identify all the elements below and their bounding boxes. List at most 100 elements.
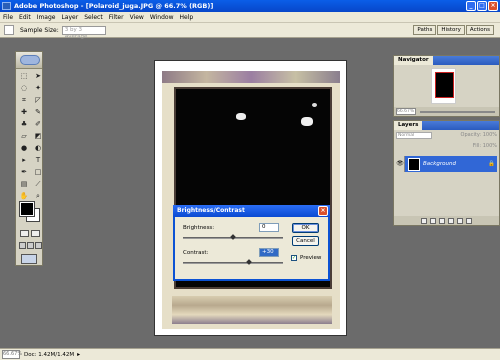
contrast-slider[interactable] xyxy=(183,262,283,264)
layers-panel: Layers Normal Opacity: 100% Fill: 100% 👁… xyxy=(393,120,500,226)
navigator-view-box[interactable] xyxy=(435,72,454,98)
layer-mask-icon[interactable] xyxy=(430,217,436,224)
photoshop-app-icon xyxy=(2,2,11,10)
new-layer-icon[interactable] xyxy=(457,217,463,224)
adobe-online-icon[interactable] xyxy=(20,55,40,65)
window-titlebar: Adobe Photoshop - [Polaroid_juga.JPG @ 6… xyxy=(0,0,500,12)
gradient-tool-icon[interactable]: ◩ xyxy=(32,131,44,141)
menu-window[interactable]: Window xyxy=(150,14,174,21)
polaroid-frame xyxy=(162,71,340,329)
close-button[interactable]: × xyxy=(488,1,498,11)
toolbox-header[interactable] xyxy=(16,52,42,69)
healing-brush-tool-icon[interactable]: ✚ xyxy=(18,107,30,117)
standard-mode-icon[interactable] xyxy=(20,230,29,237)
photo-highlight xyxy=(301,117,313,126)
lasso-tool-icon[interactable]: ◌ xyxy=(18,83,30,93)
sample-size-select[interactable]: 3 by 3 Average xyxy=(61,25,106,40)
shape-tool-icon[interactable]: □ xyxy=(32,167,44,177)
clone-stamp-tool-icon[interactable]: ♣ xyxy=(18,119,30,129)
layer-style-icon[interactable] xyxy=(421,217,427,224)
dodge-tool-icon[interactable]: ◐ xyxy=(32,143,44,153)
status-menu-arrow-icon[interactable]: ▸ xyxy=(77,351,80,358)
dialog-titlebar[interactable]: Brightness/Contrast × xyxy=(173,205,330,217)
toolbox: ⬚ ➤ ◌ ✦ ⌗ ◸ ✚ ✎ ♣ ✐ ▱ ◩ ● ◐ ▸ T ✒ □ ▤ ⟋ … xyxy=(15,51,43,266)
menu-image[interactable]: Image xyxy=(37,14,56,21)
magic-wand-tool-icon[interactable]: ✦ xyxy=(32,83,44,93)
navigator-panel-header: Navigator xyxy=(394,56,499,65)
window-title: Adobe Photoshop - [Polaroid_juga.JPG @ 6… xyxy=(14,2,214,10)
opacity-label: Opacity: xyxy=(460,132,482,138)
marquee-tool-icon[interactable]: ⬚ xyxy=(18,71,30,81)
history-brush-tool-icon[interactable]: ✐ xyxy=(32,119,44,129)
opacity-field[interactable]: 100% xyxy=(483,132,497,138)
maximize-button[interactable]: □ xyxy=(477,1,487,11)
ok-button[interactable]: OK xyxy=(292,223,319,233)
status-zoom-field[interactable]: 66.67% xyxy=(2,350,22,359)
menu-file[interactable]: File xyxy=(3,14,13,21)
preview-checkbox[interactable]: ✓ xyxy=(291,255,297,261)
navigator-zoom-slider[interactable] xyxy=(420,110,495,113)
document-size-info: Doc: 1.42M/1.42M xyxy=(24,351,75,358)
brush-tool-icon[interactable]: ✎ xyxy=(32,107,44,117)
navigator-zoom-field[interactable]: 66.67% xyxy=(396,108,416,115)
color-swatches[interactable] xyxy=(19,201,40,222)
well-tab-paths[interactable]: Paths xyxy=(413,25,437,35)
adjustment-layer-icon[interactable] xyxy=(448,217,454,224)
standard-screen-icon[interactable] xyxy=(19,242,26,249)
contrast-input[interactable]: +30 xyxy=(259,248,279,257)
slice-tool-icon[interactable]: ◸ xyxy=(32,95,44,105)
hand-tool-icon[interactable]: ✋ xyxy=(18,191,30,201)
jump-to-imageready-icon[interactable] xyxy=(21,254,37,264)
zoom-tool-icon[interactable]: ⌕ xyxy=(32,191,44,201)
menu-select[interactable]: Select xyxy=(84,14,103,21)
layers-panel-header: Layers xyxy=(394,121,499,130)
navigator-tab[interactable]: Navigator xyxy=(394,56,433,65)
well-tab-actions[interactable]: Actions xyxy=(465,25,494,35)
quick-mask-mode-icon[interactable] xyxy=(31,230,40,237)
pen-tool-icon[interactable]: ✒ xyxy=(18,167,30,177)
eyedropper-tool-icon[interactable]: ⟋ xyxy=(32,179,44,189)
navigator-thumbnail[interactable] xyxy=(431,68,456,104)
full-screen-menu-icon[interactable] xyxy=(27,242,34,249)
palette-well: Paths History Actions xyxy=(412,25,494,35)
photo-highlight xyxy=(312,103,317,107)
status-bar: 66.67% Doc: 1.42M/1.42M ▸ xyxy=(0,348,500,360)
layer-row-background[interactable]: 👁 Background 🔒 xyxy=(396,156,497,172)
delete-layer-icon[interactable] xyxy=(466,217,472,224)
eyedropper-tool-icon[interactable] xyxy=(4,25,14,35)
layers-tab[interactable]: Layers xyxy=(394,121,423,130)
path-selection-tool-icon[interactable]: ▸ xyxy=(18,155,30,165)
crop-tool-icon[interactable]: ⌗ xyxy=(18,95,30,105)
menu-view[interactable]: View xyxy=(130,14,144,21)
new-set-icon[interactable] xyxy=(439,217,445,224)
menu-help[interactable]: Help xyxy=(180,14,194,21)
fill-field[interactable]: 100% xyxy=(483,143,497,149)
brightness-contrast-dialog: Brightness/Contrast × Brightness: 0 Cont… xyxy=(173,205,330,281)
type-tool-icon[interactable]: T xyxy=(32,155,44,165)
menu-layer[interactable]: Layer xyxy=(61,14,78,21)
full-screen-icon[interactable] xyxy=(35,242,42,249)
eraser-tool-icon[interactable]: ▱ xyxy=(18,131,30,141)
brightness-input[interactable]: 0 xyxy=(259,223,279,232)
menu-edit[interactable]: Edit xyxy=(19,14,31,21)
menu-bar: File Edit Image Layer Select Filter View… xyxy=(0,12,500,23)
photo-highlight xyxy=(236,113,246,120)
move-tool-icon[interactable]: ➤ xyxy=(32,71,44,81)
document-canvas[interactable] xyxy=(154,60,347,336)
dialog-close-button[interactable]: × xyxy=(318,206,328,216)
layer-visibility-eye-icon[interactable]: 👁 xyxy=(396,156,405,172)
minimize-button[interactable]: _ xyxy=(466,1,476,11)
blur-tool-icon[interactable]: ● xyxy=(18,143,30,153)
contrast-label: Contrast: xyxy=(183,250,209,256)
menu-filter[interactable]: Filter xyxy=(109,14,124,21)
cancel-button[interactable]: Cancel xyxy=(292,236,319,246)
well-tab-history[interactable]: History xyxy=(437,25,465,35)
navigator-panel: Navigator 66.67% xyxy=(393,55,500,117)
layer-name: Background xyxy=(423,161,456,167)
layer-thumbnail xyxy=(408,157,420,171)
blend-mode-select[interactable]: Normal xyxy=(396,132,432,139)
notes-tool-icon[interactable]: ▤ xyxy=(18,179,30,189)
foreground-color-swatch[interactable] xyxy=(19,201,35,217)
fill-label: Fill: xyxy=(472,143,482,149)
polaroid-top-edge xyxy=(162,71,340,83)
